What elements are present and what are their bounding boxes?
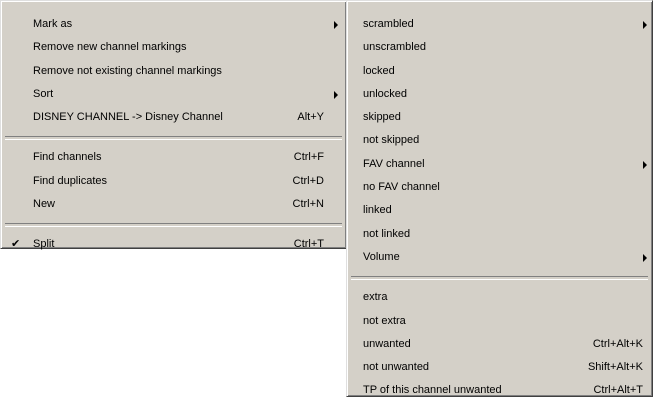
submenu-item-linked[interactable]: linked <box>347 199 652 222</box>
menu-item-label: Find channels <box>33 151 102 164</box>
menu-item-remove-new-channel-markings[interactable]: Remove new channel markings <box>1 36 346 59</box>
menu-separator <box>5 223 342 228</box>
menu-item-label: TP of this channel unwanted <box>363 384 502 397</box>
menu-item-find-duplicates[interactable]: Find duplicates Ctrl+D <box>1 170 346 193</box>
menu-item-label: locked <box>363 64 395 77</box>
submenu-item-skipped[interactable]: skipped <box>347 106 652 129</box>
menu-item-label: no FAV channel <box>363 181 440 194</box>
chevron-right-icon <box>643 160 647 169</box>
submenu-item-unscrambled[interactable]: unscrambled <box>347 36 652 59</box>
chevron-right-icon <box>334 90 338 99</box>
menu-item-label: Remove not existing channel markings <box>33 64 222 77</box>
menu-item-split[interactable]: ✔ Split Ctrl+T <box>1 233 346 256</box>
menu-item-label: unscrambled <box>363 41 426 54</box>
checkmark-icon: ✔ <box>11 238 21 251</box>
menu-item-label: linked <box>363 204 392 217</box>
submenu-item-not-linked[interactable]: not linked <box>347 223 652 246</box>
menu-item-shortcut: Shift+Alt+K <box>587 361 643 374</box>
menu-item-label: Find duplicates <box>33 174 107 187</box>
mark-as-submenu: scrambled unscrambled locked unlocked sk… <box>346 0 653 397</box>
chevron-right-icon <box>643 21 647 29</box>
context-menu: Mark as Remove new channel markings Remo… <box>0 0 347 250</box>
menu-item-label: DISNEY CHANNEL -> Disney Channel <box>33 111 223 124</box>
menu-item-label: scrambled <box>363 18 414 30</box>
menu-item-label: New <box>33 198 56 211</box>
chevron-right-icon <box>643 253 647 262</box>
menu-item-find-channels[interactable]: Find channels Ctrl+F <box>1 146 346 169</box>
menu-item-label: not linked <box>363 227 411 240</box>
menu-item-label: FAV channel <box>363 157 425 170</box>
submenu-item-tp-unwanted[interactable]: TP of this channel unwanted Ctrl+Alt+T <box>347 379 652 402</box>
menu-item-label: Volume <box>363 250 400 263</box>
menu-item-sort[interactable]: Sort <box>1 83 346 106</box>
submenu-item-scrambled[interactable]: scrambled <box>347 13 652 36</box>
menu-item-label: not skipped <box>363 134 420 147</box>
menu-item-label: skipped <box>363 111 401 124</box>
submenu-item-locked[interactable]: locked <box>347 60 652 83</box>
menu-item-label: extra <box>363 291 388 304</box>
menu-item-remove-not-existing-channel-markings[interactable]: Remove not existing channel markings <box>1 60 346 83</box>
submenu-item-volume[interactable]: Volume <box>347 246 652 269</box>
submenu-item-not-skipped[interactable]: not skipped <box>347 129 652 152</box>
menu-item-label: unwanted <box>363 337 411 350</box>
menu-separator <box>351 276 648 281</box>
submenu-item-not-extra[interactable]: not extra <box>347 310 652 333</box>
menu-item-label: Remove new channel markings <box>33 41 187 54</box>
menu-item-shortcut: Ctrl+D <box>292 174 324 187</box>
menu-item-label: unlocked <box>363 87 408 100</box>
chevron-right-icon <box>334 21 338 29</box>
menu-item-label: Split <box>33 238 55 251</box>
menu-item-label: Mark as <box>33 18 73 30</box>
menu-item-shortcut: Ctrl+F <box>293 151 324 164</box>
submenu-item-extra[interactable]: extra <box>347 286 652 309</box>
menu-item-label: not unwanted <box>363 361 430 374</box>
submenu-item-unlocked[interactable]: unlocked <box>347 83 652 106</box>
menu-item-rename-channel[interactable]: DISNEY CHANNEL -> Disney Channel Alt+Y <box>1 106 346 129</box>
menu-item-shortcut: Ctrl+Alt+K <box>592 337 643 350</box>
menu-item-new[interactable]: New Ctrl+N <box>1 193 346 216</box>
menu-item-mark-as[interactable]: Mark as <box>1 13 346 36</box>
submenu-item-fav-channel[interactable]: FAV channel <box>347 153 652 176</box>
menu-item-label: not extra <box>363 314 406 327</box>
menu-item-shortcut: Ctrl+N <box>292 198 324 211</box>
submenu-item-not-unwanted[interactable]: not unwanted Shift+Alt+K <box>347 356 652 379</box>
submenu-item-no-fav-channel[interactable]: no FAV channel <box>347 176 652 199</box>
menu-item-label: Sort <box>33 87 54 100</box>
menu-item-shortcut: Ctrl+T <box>293 238 324 251</box>
menu-item-shortcut: Ctrl+Alt+T <box>593 384 643 397</box>
submenu-item-unwanted[interactable]: unwanted Ctrl+Alt+K <box>347 333 652 356</box>
menu-separator <box>5 136 342 141</box>
menu-item-shortcut: Alt+Y <box>297 111 324 124</box>
